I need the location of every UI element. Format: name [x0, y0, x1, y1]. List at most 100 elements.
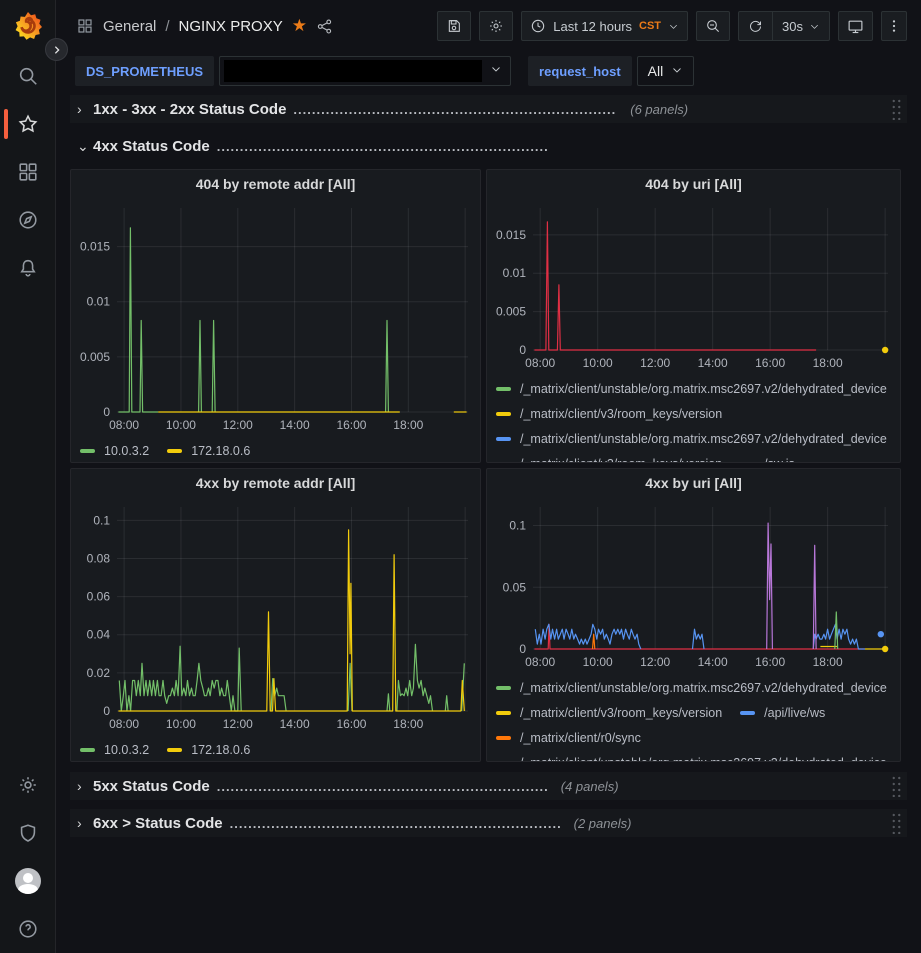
- panel-title[interactable]: 4xx by uri [All]: [487, 469, 900, 497]
- legend-row: /_matrix/client/r0/sync: [496, 725, 900, 750]
- svg-text:14:00: 14:00: [698, 356, 728, 370]
- panel-legend: 10.0.3.2 172.18.0.6: [71, 438, 480, 463]
- apps-grid-icon: [76, 17, 94, 35]
- row-drag-handle[interactable]: [891, 98, 902, 120]
- svg-text:14:00: 14:00: [698, 655, 728, 669]
- breadcrumb-folder[interactable]: General: [103, 18, 156, 35]
- svg-text:12:00: 12:00: [223, 717, 253, 731]
- panel-4xx-by-uri: 4xx by uri [All] 08:0010:0012:0014:0016:…: [486, 468, 901, 762]
- legend-row: /_matrix/client/v3/room_keys/version/api…: [496, 700, 900, 725]
- dashboard-settings-button[interactable]: [479, 11, 513, 41]
- legend-swatch: [740, 462, 755, 464]
- legend-item[interactable]: /_matrix/client/unstable/org.matrix.msc2…: [496, 681, 887, 695]
- legend-item[interactable]: /api/live/ws: [740, 706, 825, 720]
- row-header-1xx-3xx-2xx[interactable]: › 1xx - 3xx - 2xx Status Code ..........…: [70, 95, 907, 123]
- legend-item[interactable]: 10.0.3.2: [80, 444, 149, 458]
- time-range-picker[interactable]: Last 12 hours CST: [521, 11, 688, 41]
- admin-shield-icon[interactable]: [0, 809, 56, 857]
- legend-row: /_matrix/client/unstable/org.matrix.msc2…: [496, 376, 900, 401]
- svg-text:08:00: 08:00: [109, 717, 139, 731]
- timeseries-chart[interactable]: 08:0010:0012:0014:0016:0018:0000.020.040…: [71, 497, 480, 737]
- panel-404-by-remote-addr: 404 by remote addr [All] 08:0010:0012:00…: [70, 169, 481, 463]
- refresh-interval-dropdown[interactable]: 30s: [772, 12, 829, 40]
- kebab-menu-button[interactable]: [881, 11, 907, 41]
- timeseries-chart[interactable]: 08:0010:0012:0014:0016:0018:0000.0050.01…: [487, 198, 900, 376]
- legend-item[interactable]: /_matrix/client/unstable/org.matrix.msc2…: [496, 756, 887, 763]
- starred-dashboards-icon[interactable]: [0, 100, 56, 148]
- svg-text:10:00: 10:00: [166, 418, 196, 432]
- legend-item[interactable]: /_matrix/client/unstable/org.matrix.msc2…: [496, 432, 887, 446]
- legend-item[interactable]: 172.18.0.6: [167, 743, 250, 757]
- legend-item[interactable]: /sw.js: [740, 457, 795, 464]
- variable-label-request-host[interactable]: request_host: [528, 56, 632, 86]
- share-icon[interactable]: [316, 18, 333, 35]
- zoom-out-time-button[interactable]: [696, 11, 730, 41]
- svg-text:10:00: 10:00: [583, 356, 613, 370]
- variable-label-ds-prometheus[interactable]: DS_PROMETHEUS: [75, 56, 214, 86]
- svg-text:0: 0: [519, 642, 526, 656]
- explore-compass-icon[interactable]: [0, 196, 56, 244]
- legend-item[interactable]: /_matrix/client/unstable/org.matrix.msc2…: [496, 382, 887, 396]
- row-panel-count: (4 panels): [561, 779, 619, 794]
- legend-row: /_matrix/client/v3/room_keys/version/sw.…: [496, 451, 900, 463]
- alerting-bell-icon[interactable]: [0, 244, 56, 292]
- row-drag-handle[interactable]: [891, 812, 902, 834]
- save-dashboard-button[interactable]: [437, 11, 471, 41]
- breadcrumb-separator: /: [165, 18, 169, 35]
- zoom-out-icon: [705, 18, 721, 34]
- svg-text:0.01: 0.01: [87, 295, 111, 309]
- search-icon[interactable]: [0, 52, 56, 100]
- legend-item[interactable]: 172.18.0.6: [167, 444, 250, 458]
- svg-text:14:00: 14:00: [280, 717, 310, 731]
- variable-value-ds-prometheus[interactable]: [219, 56, 511, 86]
- panel-title[interactable]: 404 by uri [All]: [487, 170, 900, 198]
- favorite-star-icon[interactable]: ★: [292, 16, 307, 36]
- panel-legend: /_matrix/client/unstable/org.matrix.msc2…: [487, 675, 900, 762]
- dashboard-title[interactable]: NGINX PROXY: [179, 18, 283, 35]
- legend-item[interactable]: /_matrix/client/v3/room_keys/version: [496, 706, 722, 720]
- legend-swatch: [167, 748, 182, 752]
- panel-title[interactable]: 4xx by remote addr [All]: [71, 469, 480, 497]
- row-header-6xx[interactable]: › 6xx > Status Code ....................…: [70, 809, 907, 837]
- svg-text:12:00: 12:00: [640, 655, 670, 669]
- legend-label: /_matrix/client/v3/room_keys/version: [520, 706, 722, 720]
- svg-text:16:00: 16:00: [336, 717, 366, 731]
- svg-text:18:00: 18:00: [393, 717, 423, 731]
- dashboard-canvas: › 1xx - 3xx - 2xx Status Code ..........…: [70, 95, 907, 846]
- legend-item[interactable]: /_matrix/client/r0/sync: [496, 731, 641, 745]
- row-title-leader: ........................................…: [293, 102, 616, 117]
- sidebar-expand-button[interactable]: [45, 38, 68, 61]
- cycle-view-mode-button[interactable]: [838, 11, 873, 41]
- settings-gear-icon[interactable]: [0, 761, 56, 809]
- panel-title[interactable]: 404 by remote addr [All]: [71, 170, 480, 198]
- row-header-4xx[interactable]: ⌄ 4xx Status Code ......................…: [70, 132, 907, 160]
- chevron-down-icon: [809, 21, 820, 32]
- legend-item[interactable]: /_matrix/client/v3/room_keys/version: [496, 457, 722, 464]
- legend-label: /_matrix/client/unstable/org.matrix.msc2…: [520, 432, 887, 446]
- timeseries-chart[interactable]: 08:0010:0012:0014:0016:0018:0000.050.1: [487, 497, 900, 675]
- svg-text:0.04: 0.04: [87, 628, 111, 642]
- dashboards-icon[interactable]: [0, 148, 56, 196]
- row-drag-handle[interactable]: [891, 775, 902, 797]
- svg-text:18:00: 18:00: [813, 356, 843, 370]
- legend-item[interactable]: /_matrix/client/v3/room_keys/version: [496, 407, 722, 421]
- legend-label: /_matrix/client/unstable/org.matrix.msc2…: [520, 382, 887, 396]
- timeseries-chart[interactable]: 08:0010:0012:0014:0016:0018:0000.0050.01…: [71, 198, 480, 438]
- legend-row: 10.0.3.2 172.18.0.6: [80, 737, 480, 762]
- svg-text:12:00: 12:00: [640, 356, 670, 370]
- svg-text:0.01: 0.01: [503, 266, 527, 280]
- user-avatar[interactable]: [0, 857, 56, 905]
- legend-row: 10.0.3.2 172.18.0.6: [80, 438, 480, 463]
- legend-swatch: [496, 462, 511, 464]
- legend-label: /_matrix/client/v3/room_keys/version: [520, 407, 722, 421]
- svg-text:0.05: 0.05: [503, 580, 527, 594]
- variable-value-request-host[interactable]: All: [637, 56, 695, 86]
- help-icon[interactable]: [0, 905, 56, 953]
- kebab-menu-icon: [886, 18, 902, 34]
- legend-label: /api/live/ws: [764, 706, 825, 720]
- row-header-5xx[interactable]: › 5xx Status Code ......................…: [70, 772, 907, 800]
- legend-label: /_matrix/client/unstable/org.matrix.msc2…: [520, 756, 887, 763]
- refresh-button[interactable]: [739, 12, 772, 40]
- request-host-value: All: [648, 63, 664, 79]
- legend-item[interactable]: 10.0.3.2: [80, 743, 149, 757]
